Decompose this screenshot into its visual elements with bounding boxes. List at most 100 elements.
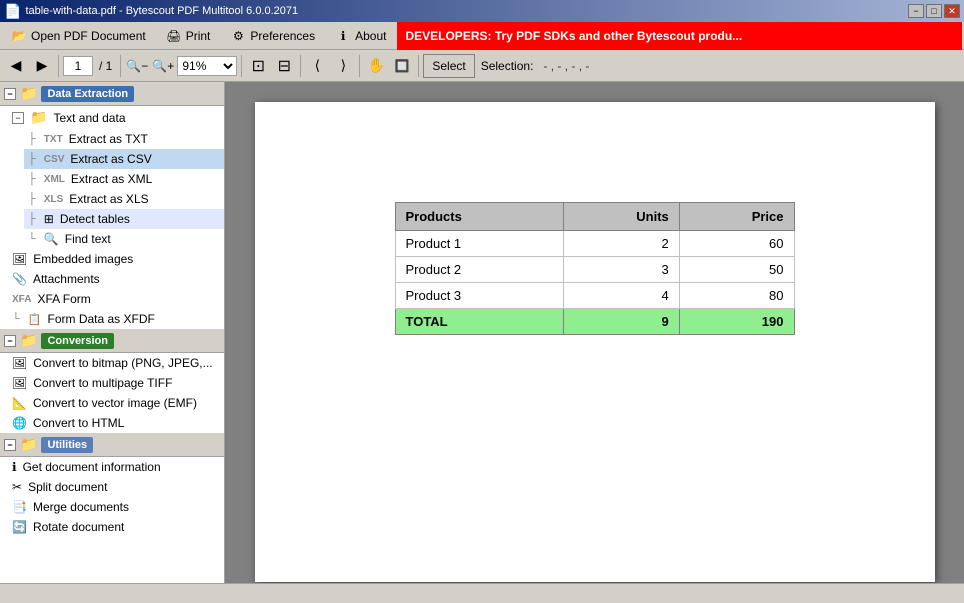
- convert-bitmap-item[interactable]: 🖼 Convert to bitmap (PNG, JPEG,...: [8, 353, 224, 373]
- rotate-doc-item[interactable]: 🔄 Rotate document: [8, 517, 224, 537]
- merge-docs-item[interactable]: 📑 Merge documents: [8, 497, 224, 517]
- convert-vector-item[interactable]: 📐 Convert to vector image (EMF): [8, 393, 224, 413]
- prev-page-button[interactable]: ⟨: [305, 54, 329, 78]
- sidebar: − 📁 Data Extraction − 📁 Text and data ├ …: [0, 82, 225, 583]
- data-extraction-expand[interactable]: −: [4, 88, 16, 100]
- utilities-folder-icon: 📁: [20, 436, 37, 453]
- attachments-item[interactable]: 📎 Attachments: [8, 269, 224, 289]
- back-button[interactable]: ◀: [4, 54, 28, 78]
- minimize-button[interactable]: −: [908, 4, 924, 18]
- maximize-button[interactable]: □: [926, 4, 942, 18]
- convert-tiff-item[interactable]: 🖼 Convert to multipage TIFF: [8, 373, 224, 393]
- convert-vector-icon: 📐: [12, 396, 27, 410]
- window-title: table-with-data.pdf - Bytescout PDF Mult…: [25, 5, 298, 17]
- conversion-header[interactable]: − 📁 Conversion: [0, 329, 224, 353]
- zoom-out-button[interactable]: 🔍−: [125, 54, 149, 78]
- extract-xml-label: Extract as XML: [71, 172, 152, 186]
- split-doc-item[interactable]: ✂ Split document: [8, 477, 224, 497]
- data-extraction-group: − 📁 Text and data ├ TXT Extract as TXT ├…: [0, 106, 224, 329]
- col-header-products: Products: [395, 203, 563, 231]
- about-menu-item[interactable]: ℹ About: [326, 24, 395, 48]
- product-price: 80: [679, 283, 794, 309]
- fit-page-button[interactable]: ⊡: [246, 54, 270, 78]
- open-label: Open PDF Document: [31, 29, 146, 43]
- pdf-table: Products Units Price Product 1 2 60 Prod…: [395, 202, 795, 335]
- page-number-input[interactable]: 1: [63, 56, 93, 76]
- table-row: Product 1 2 60: [395, 231, 794, 257]
- text-data-label: Text and data: [53, 111, 125, 125]
- text-data-group[interactable]: − 📁 Text and data: [8, 106, 224, 129]
- toolbar-separator-1: [58, 55, 59, 77]
- product-units: 2: [563, 231, 679, 257]
- extract-xls-label: Extract as XLS: [69, 192, 148, 206]
- xls-badge: XLS: [44, 194, 63, 205]
- zoom-in-button[interactable]: 🔍+: [151, 54, 175, 78]
- title-bar: 📄 table-with-data.pdf - Bytescout PDF Mu…: [0, 0, 964, 22]
- text-data-expand[interactable]: −: [12, 112, 24, 124]
- close-button[interactable]: ✕: [944, 4, 960, 18]
- utilities-expand[interactable]: −: [4, 439, 16, 451]
- data-extraction-header[interactable]: − 📁 Data Extraction: [0, 82, 224, 106]
- zoom-select[interactable]: 91% 50% 75% 100% 125% 150%: [177, 56, 237, 76]
- utilities-header[interactable]: − 📁 Utilities: [0, 433, 224, 457]
- conversion-label: Conversion: [41, 333, 114, 349]
- next-page-button[interactable]: ⟩: [331, 54, 355, 78]
- total-units: 9: [563, 309, 679, 335]
- xfa-badge: XFA: [12, 294, 31, 305]
- txt-badge: TXT: [44, 134, 63, 145]
- toolbar-separator-3: [241, 55, 242, 77]
- convert-vector-label: Convert to vector image (EMF): [33, 396, 197, 410]
- product-units: 3: [563, 257, 679, 283]
- main-layout: − 📁 Data Extraction − 📁 Text and data ├ …: [0, 82, 964, 583]
- find-button[interactable]: 🔲: [390, 54, 414, 78]
- selection-label: Selection:: [477, 59, 538, 73]
- open-menu-item[interactable]: 📂 Open PDF Document: [2, 24, 155, 48]
- about-icon: ℹ: [335, 28, 351, 44]
- find-text-item[interactable]: └ 🔍 Find text: [24, 229, 224, 249]
- form-data-xfdf-item[interactable]: └ 📋 Form Data as XFDF: [8, 309, 224, 329]
- get-doc-info-item[interactable]: ℹ Get document information: [8, 457, 224, 477]
- detect-tables-icon: ⊞: [44, 212, 54, 226]
- total-price: 190: [679, 309, 794, 335]
- product-name: Product 1: [395, 231, 563, 257]
- xfa-form-item[interactable]: XFA XFA Form: [8, 289, 224, 309]
- preferences-label: Preferences: [250, 29, 315, 43]
- menu-bar: 📂 Open PDF Document 🖨 Print ⚙ Preference…: [0, 22, 964, 50]
- conversion-expand[interactable]: −: [4, 335, 16, 347]
- product-price: 50: [679, 257, 794, 283]
- data-extraction-label: Data Extraction: [41, 86, 134, 102]
- csv-badge: CSV: [44, 154, 65, 165]
- convert-tiff-label: Convert to multipage TIFF: [33, 376, 172, 390]
- utilities-label: Utilities: [41, 437, 93, 453]
- extract-csv-item[interactable]: ├ CSV Extract as CSV: [24, 149, 224, 169]
- fit-width-button[interactable]: ⊟: [272, 54, 296, 78]
- total-label: TOTAL: [395, 309, 563, 335]
- print-menu-item[interactable]: 🖨 Print: [157, 24, 220, 48]
- title-bar-controls[interactable]: − □ ✕: [908, 4, 960, 18]
- extract-xml-item[interactable]: ├ XML Extract as XML: [24, 169, 224, 189]
- merge-docs-icon: 📑: [12, 500, 27, 514]
- utilities-group: ℹ Get document information ✂ Split docum…: [0, 457, 224, 537]
- total-row: TOTAL 9 190: [395, 309, 794, 335]
- split-doc-label: Split document: [28, 480, 107, 494]
- extract-xls-item[interactable]: ├ XLS Extract as XLS: [24, 189, 224, 209]
- hand-tool-button[interactable]: ✋: [364, 54, 388, 78]
- conversion-section: − 📁 Conversion 🖼 Convert to bitmap (PNG,…: [0, 329, 224, 433]
- select-label: Select: [432, 59, 465, 73]
- text-data-items: ├ TXT Extract as TXT ├ CSV Extract as CS…: [8, 129, 224, 249]
- xfa-form-label: XFA Form: [37, 292, 90, 306]
- detect-tables-item[interactable]: ├ ⊞ Detect tables: [24, 209, 224, 229]
- page-total: / 1: [95, 59, 116, 73]
- get-doc-info-label: Get document information: [23, 460, 161, 474]
- forward-button[interactable]: ▶: [30, 54, 54, 78]
- preferences-menu-item[interactable]: ⚙ Preferences: [221, 24, 324, 48]
- split-doc-icon: ✂: [12, 480, 22, 494]
- conversion-group: 🖼 Convert to bitmap (PNG, JPEG,... 🖼 Con…: [0, 353, 224, 433]
- embedded-images-item[interactable]: 🖼 Embedded images: [8, 249, 224, 269]
- select-button[interactable]: Select: [423, 54, 474, 78]
- table-row: Product 2 3 50: [395, 257, 794, 283]
- extract-txt-item[interactable]: ├ TXT Extract as TXT: [24, 129, 224, 149]
- convert-html-item[interactable]: 🌐 Convert to HTML: [8, 413, 224, 433]
- title-bar-left: 📄 table-with-data.pdf - Bytescout PDF Mu…: [4, 3, 298, 20]
- pdf-page: Products Units Price Product 1 2 60 Prod…: [255, 102, 935, 582]
